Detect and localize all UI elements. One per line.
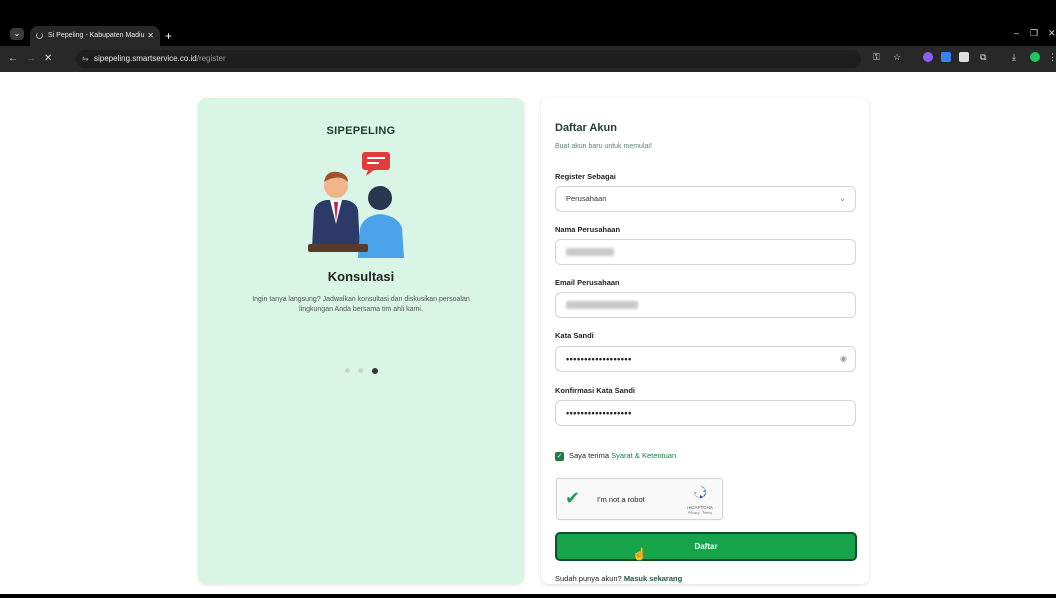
bookmark-star-icon[interactable]: ☆ <box>893 51 901 63</box>
menu-kebab-icon[interactable]: ⋮ <box>1048 51 1056 63</box>
profile-avatar-icon[interactable] <box>1030 52 1040 62</box>
tab-title: Si Pepeling - Kabupaten Madiu <box>48 32 145 39</box>
confirm-password-label: Konfirmasi Kata Sandi <box>555 386 636 395</box>
slide-dot[interactable] <box>345 368 350 374</box>
form-title: Daftar Akun <box>555 122 617 134</box>
register-as-label: Register Sebagai <box>555 172 616 181</box>
password-key-icon[interactable]: ⚿ <box>873 51 880 63</box>
brand-title: SIPEPELING <box>326 125 396 137</box>
login-link[interactable]: Masuk sekarang <box>624 574 682 583</box>
password-input[interactable]: •••••••••••••••••• ◉ <box>555 346 856 372</box>
recaptcha-icon <box>694 486 706 498</box>
slide-title: Konsultasi <box>327 269 395 284</box>
minimize-icon[interactable]: – <box>1014 28 1019 38</box>
stop-icon[interactable]: ✕ <box>44 52 52 66</box>
terms-text: Saya terima Syarat & Ketentuan <box>569 451 676 460</box>
url-field[interactable]: ⇋ sipepeling.smartservice.co.id/register <box>76 50 861 68</box>
hand-cursor-icon: ☝ <box>632 547 647 561</box>
promo-panel: SIPEPELING Konsultasi Ingin tanya langsu… <box>198 98 524 584</box>
extension-icon[interactable] <box>923 52 933 62</box>
register-as-value: Perusahaan <box>566 194 607 203</box>
close-window-icon[interactable]: ✕ <box>1048 28 1056 39</box>
back-icon[interactable]: ← <box>8 52 18 66</box>
redacted-value <box>566 301 638 310</box>
terms-link[interactable]: Syarat & Ketentuan <box>611 451 676 460</box>
register-button[interactable]: ☝ Daftar <box>555 532 857 561</box>
restore-icon[interactable]: ❐ <box>1030 28 1038 39</box>
confirm-password-input[interactable]: •••••••••••••••••• <box>555 400 856 426</box>
company-name-label: Nama Perusahaan <box>555 225 621 234</box>
consultation-illustration-icon <box>308 152 404 258</box>
company-name-input[interactable] <box>555 239 856 265</box>
browser-tab[interactable]: Si Pepeling - Kabupaten Madiu ✕ <box>30 26 160 46</box>
register-as-select[interactable]: Perusahaan ⌄ <box>555 186 856 212</box>
slide-description: Ingin tanya langsung? Jadwalkan konsulta… <box>252 296 470 313</box>
password-value: •••••••••••••••••• <box>566 354 632 364</box>
register-button-label: Daftar <box>694 542 718 551</box>
password-label: Kata Sandi <box>555 331 594 340</box>
captcha-legal[interactable]: Privacy - Terms <box>686 511 714 516</box>
tab-search-icon[interactable]: ⌄ <box>10 28 24 40</box>
check-icon[interactable]: ✔ <box>565 488 580 508</box>
extensions-puzzle-icon[interactable]: ⧉ <box>980 51 986 63</box>
captcha-label: I'm not a robot <box>597 495 645 504</box>
recaptcha-widget[interactable]: ✔ I'm not a robot reCAPTCHA Privacy - Te… <box>556 478 723 520</box>
eye-icon[interactable]: ◉ <box>840 347 847 371</box>
extension-icon[interactable] <box>941 52 951 62</box>
company-email-input[interactable] <box>555 292 856 318</box>
extension-icon[interactable] <box>959 52 969 62</box>
slide-dot-active[interactable] <box>371 367 378 374</box>
forward-icon[interactable]: → <box>26 52 36 66</box>
login-prompt: Sudah punya akun? Masuk sekarang <box>555 574 682 583</box>
company-email-label: Email Perusahaan <box>555 278 620 287</box>
register-form: Daftar Akun Buat akun baru untuk memulai… <box>541 98 869 584</box>
terms-prefix: Saya terima <box>569 451 612 460</box>
slide-indicator <box>345 362 382 374</box>
slide-dot[interactable] <box>358 368 364 374</box>
login-prompt-text: Sudah punya akun? <box>555 574 624 583</box>
confirm-password-value: •••••••••••••••••• <box>566 408 632 418</box>
redacted-value <box>566 248 614 257</box>
terms-checkbox[interactable]: ✓ <box>555 452 564 461</box>
browser-window: ⌄ Si Pepeling - Kabupaten Madiu ✕ + – ❐ … <box>0 12 1056 594</box>
loading-spinner-icon <box>36 32 43 39</box>
new-tab-icon[interactable]: + <box>165 26 172 46</box>
recaptcha-logo: reCAPTCHA Privacy - Terms <box>686 484 714 516</box>
site-info-icon[interactable]: ⇋ <box>82 50 89 68</box>
url-path: /register <box>196 54 226 63</box>
tab-bar: ⌄ Si Pepeling - Kabupaten Madiu ✕ + – ❐ … <box>0 12 1056 46</box>
form-subtitle: Buat akun baru untuk memulai! <box>555 143 652 150</box>
download-icon[interactable]: ⤓ <box>1012 51 1016 63</box>
url-host: sipepeling.smartservice.co.id <box>94 54 197 63</box>
chevron-down-icon: ⌄ <box>839 194 846 203</box>
address-bar: ← → ✕ ⇋ sipepeling.smartservice.co.id/re… <box>0 46 1056 72</box>
tab-close-icon[interactable]: ✕ <box>147 26 154 46</box>
